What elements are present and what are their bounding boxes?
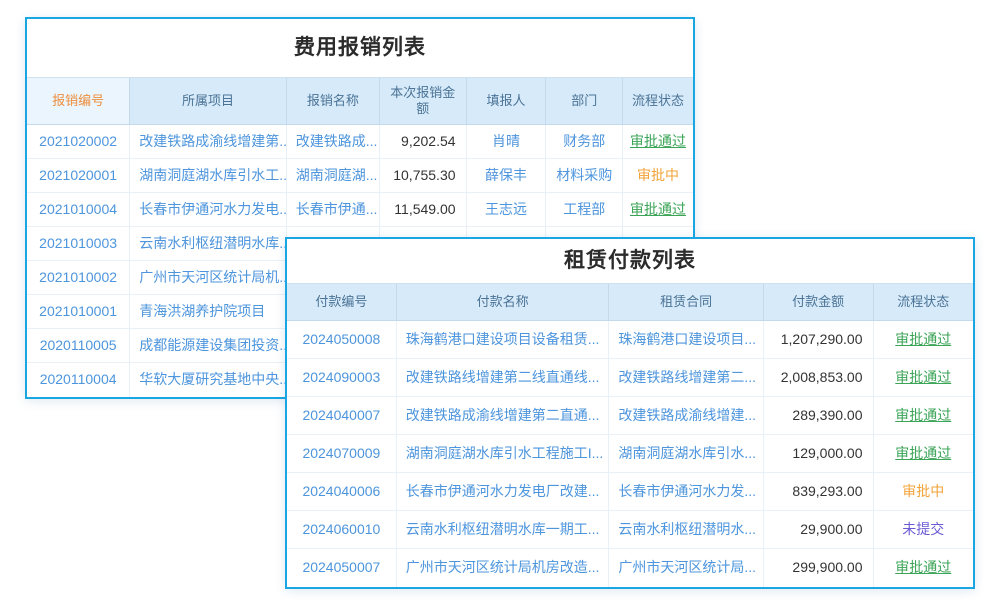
expense-project-cell[interactable]: 湖南洞庭湖水库引水工... — [130, 159, 287, 193]
expense-name-cell[interactable]: 湖南洞庭湖... — [287, 159, 380, 193]
expense-project-cell[interactable]: 长春市伊通河水力发电... — [130, 193, 287, 227]
expense-reporter-cell[interactable]: 王志远 — [467, 193, 547, 227]
payment-table-title: 租赁付款列表 — [287, 239, 973, 283]
expense-id-cell[interactable]: 2021010003 — [27, 227, 130, 261]
payment-name-cell[interactable]: 珠海鹤港口建设项目设备租赁... — [397, 321, 610, 359]
payment-contract-cell[interactable]: 改建铁路成渝线增建... — [609, 397, 763, 435]
payment-header-status[interactable]: 流程状态 — [874, 284, 973, 320]
expense-header-reporter[interactable]: 填报人 — [467, 78, 547, 124]
payment-name-cell[interactable]: 改建铁路线增建第二线直通线... — [397, 359, 610, 397]
payment-header-contract[interactable]: 租赁合同 — [609, 284, 763, 320]
payment-id-cell[interactable]: 2024040007 — [287, 397, 397, 435]
expense-project-cell[interactable]: 华软大厦研究基地中央... — [130, 363, 287, 397]
payment-id-cell[interactable]: 2024070009 — [287, 435, 397, 473]
expense-amount-cell: 9,202.54 — [380, 125, 467, 159]
payment-status-cell[interactable]: 审批通过 — [874, 397, 973, 435]
payment-id-cell[interactable]: 2024040006 — [287, 473, 397, 511]
expense-amount-cell: 10,755.30 — [380, 159, 467, 193]
expense-status-cell[interactable]: 审批通过 — [623, 193, 693, 227]
expense-id-cell[interactable]: 2021020001 — [27, 159, 130, 193]
expense-header-status[interactable]: 流程状态 — [623, 78, 693, 124]
table-row: 2024060010云南水利枢纽潜明水库一期工...云南水利枢纽潜明水...29… — [287, 511, 973, 549]
payment-id-cell[interactable]: 2024050008 — [287, 321, 397, 359]
expense-table-header-row: 报销编号所属项目报销名称本次报销金额填报人部门流程状态 — [27, 77, 693, 125]
expense-id-cell[interactable]: 2020110004 — [27, 363, 130, 397]
expense-id-cell[interactable]: 2021010002 — [27, 261, 130, 295]
payment-status-cell[interactable]: 审批通过 — [874, 435, 973, 473]
expense-amount-cell: 11,549.00 — [380, 193, 467, 227]
payment-contract-cell[interactable]: 改建铁路线增建第二... — [609, 359, 763, 397]
expense-project-cell[interactable]: 云南水利枢纽潜明水库... — [130, 227, 287, 261]
payment-status-cell[interactable]: 未提交 — [874, 511, 973, 549]
expense-department-cell[interactable]: 工程部 — [546, 193, 623, 227]
expense-status-cell[interactable]: 审批中 — [623, 159, 693, 193]
expense-id-cell[interactable]: 2020110005 — [27, 329, 130, 363]
payment-amount-cell: 299,900.00 — [764, 549, 874, 587]
expense-id-cell[interactable]: 2021010001 — [27, 295, 130, 329]
payment-name-cell[interactable]: 广州市天河区统计局机房改造... — [397, 549, 610, 587]
payment-status-cell[interactable]: 审批中 — [874, 473, 973, 511]
expense-header-name[interactable]: 报销名称 — [287, 78, 380, 124]
payment-header-name[interactable]: 付款名称 — [397, 284, 610, 320]
expense-name-cell[interactable]: 改建铁路成... — [287, 125, 380, 159]
payment-name-cell[interactable]: 长春市伊通河水力发电厂改建... — [397, 473, 610, 511]
expense-header-department[interactable]: 部门 — [546, 78, 623, 124]
table-row: 2024070009湖南洞庭湖水库引水工程施工I...湖南洞庭湖水库引水...1… — [287, 435, 973, 473]
payment-name-cell[interactable]: 云南水利枢纽潜明水库一期工... — [397, 511, 610, 549]
payment-id-cell[interactable]: 2024090003 — [287, 359, 397, 397]
payment-header-id[interactable]: 付款编号 — [287, 284, 397, 320]
expense-header-amount[interactable]: 本次报销金额 — [380, 78, 467, 124]
table-row: 2024090003改建铁路线增建第二线直通线...改建铁路线增建第二...2,… — [287, 359, 973, 397]
table-row: 2021020002改建铁路成渝线增建第...改建铁路成...9,202.54肖… — [27, 125, 693, 159]
expense-department-cell[interactable]: 财务部 — [546, 125, 623, 159]
expense-department-cell[interactable]: 材料采购 — [546, 159, 623, 193]
payment-amount-cell: 1,207,290.00 — [764, 321, 874, 359]
expense-status-cell[interactable]: 审批通过 — [623, 125, 693, 159]
expense-table-title: 费用报销列表 — [27, 19, 693, 77]
payment-id-cell[interactable]: 2024060010 — [287, 511, 397, 549]
expense-project-cell[interactable]: 成都能源建设集团投资... — [130, 329, 287, 363]
table-row: 2024040006长春市伊通河水力发电厂改建...长春市伊通河水力发...83… — [287, 473, 973, 511]
payment-contract-cell[interactable]: 湖南洞庭湖水库引水... — [609, 435, 763, 473]
expense-reporter-cell[interactable]: 肖晴 — [467, 125, 547, 159]
payment-status-cell[interactable]: 审批通过 — [874, 321, 973, 359]
payment-table-body: 2024050008珠海鹤港口建设项目设备租赁...珠海鹤港口建设项目...1,… — [287, 321, 973, 587]
table-row: 2021020001湖南洞庭湖水库引水工...湖南洞庭湖...10,755.30… — [27, 159, 693, 193]
payment-amount-cell: 839,293.00 — [764, 473, 874, 511]
payment-contract-cell[interactable]: 云南水利枢纽潜明水... — [609, 511, 763, 549]
expense-id-cell[interactable]: 2021010004 — [27, 193, 130, 227]
payment-status-cell[interactable]: 审批通过 — [874, 359, 973, 397]
expense-project-cell[interactable]: 青海洪湖养护院项目 — [130, 295, 287, 329]
payment-name-cell[interactable]: 改建铁路成渝线增建第二直通... — [397, 397, 610, 435]
payment-amount-cell: 129,000.00 — [764, 435, 874, 473]
payment-amount-cell: 289,390.00 — [764, 397, 874, 435]
expense-project-cell[interactable]: 改建铁路成渝线增建第... — [130, 125, 287, 159]
lease-payment-table: 租赁付款列表 付款编号付款名称租赁合同付款金额流程状态 2024050008珠海… — [285, 237, 975, 589]
payment-contract-cell[interactable]: 广州市天河区统计局... — [609, 549, 763, 587]
payment-contract-cell[interactable]: 珠海鹤港口建设项目... — [609, 321, 763, 359]
payment-name-cell[interactable]: 湖南洞庭湖水库引水工程施工I... — [397, 435, 610, 473]
expense-reporter-cell[interactable]: 薛保丰 — [467, 159, 547, 193]
expense-header-id[interactable]: 报销编号 — [27, 78, 130, 124]
expense-project-cell[interactable]: 广州市天河区统计局机... — [130, 261, 287, 295]
expense-name-cell[interactable]: 长春市伊通... — [287, 193, 380, 227]
table-row: 2024040007改建铁路成渝线增建第二直通...改建铁路成渝线增建...28… — [287, 397, 973, 435]
table-row: 2024050007广州市天河区统计局机房改造...广州市天河区统计局...29… — [287, 549, 973, 587]
expense-id-cell[interactable]: 2021020002 — [27, 125, 130, 159]
payment-header-amount[interactable]: 付款金额 — [764, 284, 874, 320]
expense-header-project[interactable]: 所属项目 — [130, 78, 287, 124]
payment-table-header-row: 付款编号付款名称租赁合同付款金额流程状态 — [287, 283, 973, 321]
payment-id-cell[interactable]: 2024050007 — [287, 549, 397, 587]
payment-status-cell[interactable]: 审批通过 — [874, 549, 973, 587]
payment-contract-cell[interactable]: 长春市伊通河水力发... — [609, 473, 763, 511]
table-row: 2021010004长春市伊通河水力发电...长春市伊通...11,549.00… — [27, 193, 693, 227]
payment-amount-cell: 2,008,853.00 — [764, 359, 874, 397]
table-row: 2024050008珠海鹤港口建设项目设备租赁...珠海鹤港口建设项目...1,… — [287, 321, 973, 359]
payment-amount-cell: 29,900.00 — [764, 511, 874, 549]
